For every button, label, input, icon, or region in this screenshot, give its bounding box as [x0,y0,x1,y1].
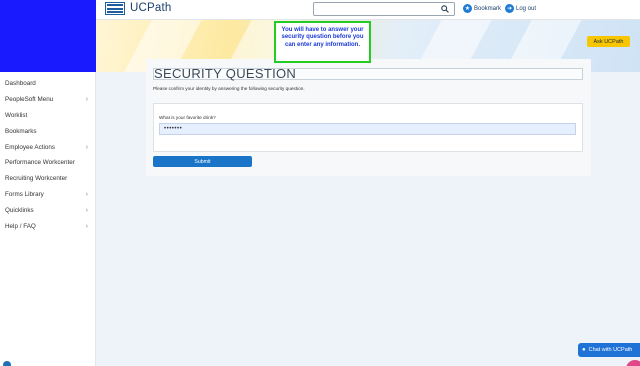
sidebar-item-quicklinks[interactable]: Quicklinks › [0,202,96,218]
chevron-right-icon: › [85,206,88,214]
security-question-label: What is your favorite drink? [159,115,216,120]
sidebar-brand-block [0,0,96,72]
page-title: SECURITY QUESTION [153,66,583,81]
sidebar-item-recruiting-workcenter[interactable]: Recruiting Workcenter [0,171,96,187]
sidebar-item-bookmarks[interactable]: Bookmarks [0,123,96,139]
bookmark-button[interactable]: ★ Bookmark [463,4,501,13]
sidebar-item-peoplesoft-menu[interactable]: PeopleSoft Menu › [0,92,96,108]
search-input[interactable] [313,2,455,16]
sidebar-item-label: Help / FAQ [5,222,36,230]
logout-button[interactable]: ➜ Log out [505,4,536,13]
bookmark-icon: ★ [463,4,472,13]
sidebar-item-worklist[interactable]: Worklist [0,108,96,124]
sidebar-item-employee-actions[interactable]: Employee Actions › [0,139,96,155]
sidebar-nav: Dashboard PeopleSoft Menu › Worklist Book… [0,76,96,234]
left-sidebar: Dashboard PeopleSoft Menu › Worklist Book… [0,0,96,366]
chevron-right-icon: › [85,190,88,198]
user-avatar-icon[interactable] [3,361,11,366]
ask-ucpath-button[interactable]: Ask UCPath [587,36,630,47]
assistant-avatar-icon[interactable] [626,360,640,366]
sidebar-item-label: Bookmarks [5,127,37,135]
sidebar-item-dashboard[interactable]: Dashboard [0,76,96,92]
sidebar-item-label: Worklist [5,111,28,119]
submit-button[interactable]: Submit [153,156,252,167]
sidebar-item-help-faq[interactable]: Help / FAQ › [0,218,96,234]
sidebar-item-label: PeopleSoft Menu [5,96,54,104]
tutorial-callout: You will have to answer your security qu… [274,21,371,63]
sidebar-item-label: Performance Workcenter [5,159,75,167]
sidebar-item-label: Recruiting Workcenter [5,175,68,183]
chat-label: Chat with UCPath [588,347,633,353]
sidebar-item-label: Dashboard [5,80,36,88]
chat-bubble-icon: ● [582,347,586,353]
page-title-text: SECURITY QUESTION [154,66,297,81]
app-title: UCPath [130,2,172,14]
bookmark-label: Bookmark [474,5,502,12]
search-icon[interactable] [438,3,452,15]
sidebar-item-performance-workcenter[interactable]: Performance Workcenter [0,155,96,171]
sidebar-item-forms-library[interactable]: Forms Library › [0,187,96,203]
sidebar-item-label: Quicklinks [5,206,34,214]
logout-label: Log out [516,5,537,12]
chevron-right-icon: › [85,96,88,104]
university-logo [105,2,125,15]
sidebar-item-label: Forms Library [5,190,44,198]
chevron-right-icon: › [85,222,88,230]
instruction-text: Please confirm your identity by answerin… [153,86,305,91]
logout-icon: ➜ [505,4,514,13]
security-answer-field[interactable]: ••••••• [159,123,576,135]
chevron-right-icon: › [85,143,88,151]
sidebar-item-label: Employee Actions [5,143,56,151]
chat-button[interactable]: ● Chat with UCPath [578,343,640,357]
